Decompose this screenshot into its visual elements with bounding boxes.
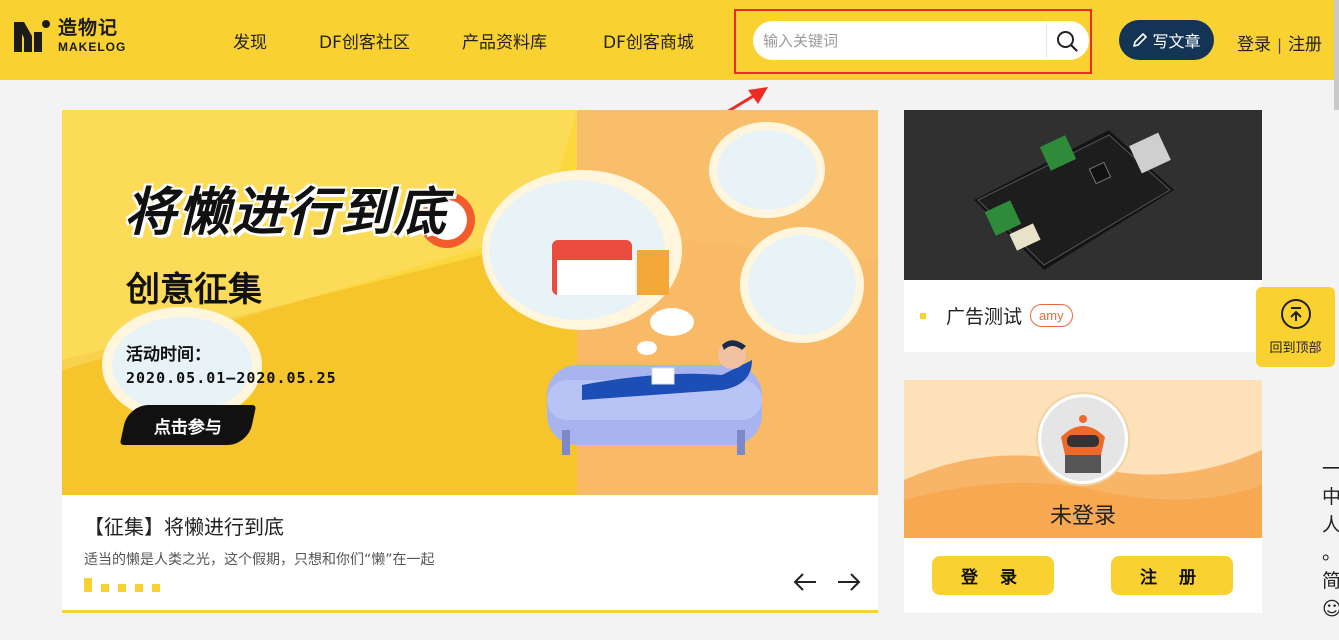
arrow-right-icon — [838, 573, 861, 591]
slide-dot[interactable] — [84, 578, 92, 592]
logo-text-cn: 造物记 — [58, 17, 119, 39]
ad-image — [904, 110, 1262, 280]
avatar[interactable] — [1038, 394, 1128, 484]
search-input[interactable] — [753, 21, 1043, 60]
back-to-top-label: 回到顶部 — [1269, 341, 1322, 356]
slide-dot[interactable] — [118, 584, 126, 592]
banner-caption: 【征集】将懒进行到底 适当的懒是人类之光，这个假期，只想和你们“懒”在一起 — [62, 495, 878, 613]
login-card: 未登录 登 录 注 册 — [904, 380, 1262, 613]
edge-text-line: 。 — [1322, 539, 1339, 567]
nav-item-product-library[interactable]: 产品资料库 — [462, 28, 547, 53]
arrow-left-icon — [793, 573, 816, 591]
logo-text-en: MAKELOG — [58, 40, 127, 54]
ad-title-row: 广告测试 amy — [920, 302, 1073, 329]
search-button[interactable] — [1046, 23, 1087, 58]
logo[interactable]: 造物记 MAKELOG — [12, 16, 126, 56]
edge-text-line: 中 — [1322, 486, 1339, 508]
nav-item-df-shop[interactable]: DF创客商城 — [603, 28, 694, 53]
back-to-top-icon — [1281, 299, 1311, 329]
edge-clipped-text: 一 中 人 。 简 ☺ — [1322, 455, 1339, 640]
write-article-button[interactable]: 写文章 — [1119, 20, 1214, 60]
hero-banner[interactable]: 将懒进行到底 创意征集 活动时间： 2020.05.01—2020.05.25 … — [62, 110, 878, 495]
slide-arrows — [792, 571, 876, 593]
nav-item-df-community[interactable]: DF创客社区 — [319, 28, 410, 53]
edge-text-line: ☺ — [1322, 598, 1339, 620]
auth-separator: | — [1277, 36, 1283, 54]
banner-subtitle: 创意征集 — [126, 270, 262, 310]
search-bar — [753, 21, 1089, 60]
register-button[interactable]: 注 册 — [1111, 556, 1233, 595]
auth-links: 登录 | 注册 — [1237, 30, 1322, 55]
edge-text-line: 简 — [1322, 570, 1339, 592]
next-slide-button[interactable] — [834, 571, 862, 593]
robot-avatar-icon — [1041, 397, 1125, 481]
back-to-top-button[interactable]: 回到顶部 — [1256, 287, 1335, 367]
slide-dot[interactable] — [135, 584, 143, 592]
scrollbar[interactable] — [1334, 0, 1339, 110]
pencil-icon — [1133, 33, 1148, 47]
nav-item-discover[interactable]: 发现 — [233, 28, 267, 53]
edge-text-line: 一 — [1322, 458, 1339, 480]
login-button[interactable]: 登 录 — [932, 556, 1054, 595]
slide-indicators — [84, 578, 169, 592]
edge-text-line: 人 — [1322, 514, 1339, 536]
login-link[interactable]: 登录 — [1237, 35, 1271, 55]
ad-card[interactable]: 广告测试 amy — [904, 110, 1262, 352]
prev-slide-button[interactable] — [792, 571, 820, 593]
ad-title[interactable]: 广告测试 — [946, 302, 1022, 329]
slide-dot[interactable] — [101, 584, 109, 592]
banner-time-range: 2020.05.01—2020.05.25 — [126, 369, 337, 387]
join-button-label: 点击参与 — [154, 417, 222, 438]
banner-title: 将懒进行到底 — [124, 183, 449, 243]
logo-mark-icon — [12, 16, 52, 56]
circuit-board-image — [904, 110, 1262, 280]
login-card-header: 未登录 — [904, 380, 1262, 538]
join-button[interactable]: 点击参与 — [119, 405, 257, 445]
caption-description: 适当的懒是人类之光，这个假期，只想和你们“懒”在一起 — [84, 552, 435, 568]
banner-time-label: 活动时间： — [126, 345, 211, 365]
login-status: 未登录 — [1049, 504, 1116, 529]
ad-bullet — [920, 312, 926, 319]
ad-author-tag[interactable]: amy — [1030, 304, 1073, 327]
search-icon — [1057, 30, 1078, 52]
slide-dot[interactable] — [152, 584, 160, 592]
top-header: 造物记 MAKELOG 发现 DF创客社区 产品资料库 DF创客商城 写文章 登… — [0, 0, 1339, 80]
register-link[interactable]: 注册 — [1288, 35, 1322, 55]
write-article-label: 写文章 — [1152, 32, 1201, 51]
caption-title[interactable]: 【征集】将懒进行到底 — [84, 511, 284, 540]
